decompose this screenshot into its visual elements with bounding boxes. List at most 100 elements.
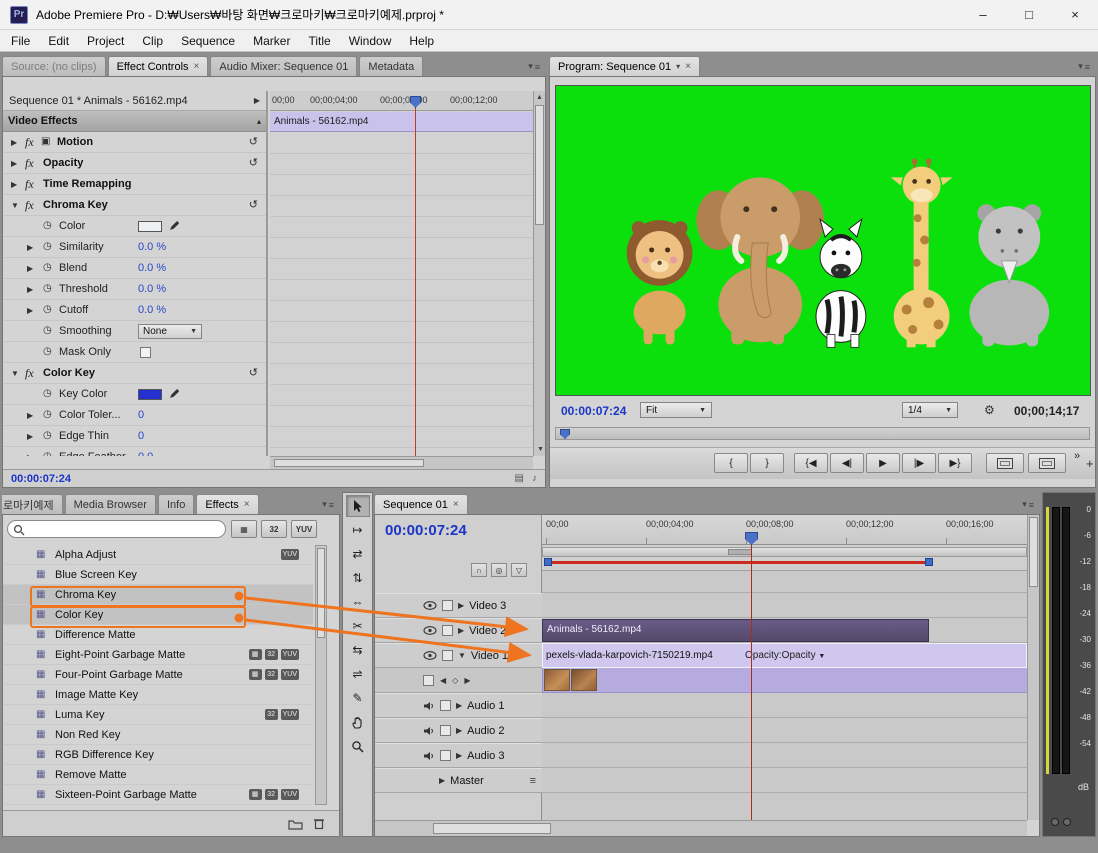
- track-header-audio3[interactable]: ▶ Audio 3: [375, 743, 542, 768]
- param-row-mask-only[interactable]: ◷ Mask Only: [3, 342, 266, 363]
- effect-item-difference-matte[interactable]: ▦ Difference Matte: [3, 625, 313, 645]
- timeline-vertical-scrollbar[interactable]: [1027, 515, 1039, 820]
- program-video-display[interactable]: [555, 85, 1091, 396]
- expander-icon[interactable]: ▶: [458, 626, 464, 635]
- master-track-lane[interactable]: [542, 768, 1027, 793]
- fx-badge-icon[interactable]: fx: [25, 198, 34, 213]
- menu-title[interactable]: Title: [299, 34, 339, 48]
- mask-only-checkbox[interactable]: [140, 347, 151, 358]
- next-keyframe-icon[interactable]: ▶: [464, 676, 470, 685]
- tab-sequence-01[interactable]: Sequence 01 ×: [374, 494, 468, 514]
- param-row-color[interactable]: ◷ Color: [3, 216, 266, 237]
- expander-icon[interactable]: ▶: [11, 138, 17, 147]
- go-to-in-button[interactable]: {◀: [794, 453, 828, 473]
- effect-item-four-point-garbage-matte[interactable]: ▦ Four-Point Garbage Matte ▦ 32 YUV: [3, 665, 313, 685]
- stopwatch-icon[interactable]: ◷: [43, 241, 52, 252]
- track-header-video2[interactable]: ▶ Video 2: [375, 618, 542, 643]
- fx-badge-icon[interactable]: fx: [25, 177, 34, 192]
- chevron-down-icon[interactable]: ▾: [676, 62, 680, 71]
- scrollbar-thumb[interactable]: [317, 548, 325, 638]
- work-area-left-handle[interactable]: [544, 558, 552, 566]
- tab-program[interactable]: Program: Sequence 01 ▾ ×: [549, 56, 700, 76]
- ec-time-ruler[interactable]: 00;00 00;00;04;00 00;00;08;00 00;00;12;0…: [270, 91, 533, 111]
- clip-animals[interactable]: Animals - 56162.mp4: [542, 619, 929, 642]
- menu-clip[interactable]: Clip: [133, 34, 172, 48]
- step-forward-button[interactable]: |▶: [902, 453, 936, 473]
- ec-timecode[interactable]: 00:00:07:24: [11, 473, 71, 485]
- track-header-audio2[interactable]: ▶ Audio 2: [375, 718, 542, 743]
- panel-menu-icon[interactable]: ▾ ≡: [322, 499, 340, 514]
- razor-tool[interactable]: ✂: [346, 615, 370, 637]
- param-row-edge-thin[interactable]: ▶ ◷ Edge Thin 0: [3, 426, 266, 447]
- panel-menu-icon[interactable]: ▾ ≡: [528, 61, 546, 76]
- panel-menu-icon[interactable]: ▾ ≡: [1022, 499, 1040, 514]
- reset-icon[interactable]: ↺: [249, 156, 258, 169]
- hand-tool[interactable]: [346, 711, 370, 733]
- 32bit-effects-filter-button[interactable]: 32: [261, 520, 287, 538]
- stopwatch-icon[interactable]: ◷: [43, 451, 52, 456]
- toggle-track-output-eye-icon[interactable]: [423, 601, 437, 610]
- effect-item-luma-key[interactable]: ▦ Luma Key 32 YUV: [3, 705, 313, 725]
- delete-trash-icon[interactable]: [313, 817, 325, 830]
- timeline-ruler[interactable]: 00;00 00;00;04;00 00;00;08;00 00;00;12;0…: [542, 515, 1027, 545]
- rate-stretch-tool[interactable]: ⇔: [346, 591, 370, 613]
- collapse-icon[interactable]: ▶: [254, 96, 260, 105]
- tab-metadata[interactable]: Metadata: [359, 56, 424, 76]
- video-effects-header[interactable]: Video Effects ▴: [3, 111, 266, 132]
- effect-item-eight-point-garbage-matte[interactable]: ▦ Eight-Point Garbage Matte ▦ 32 YUV: [3, 645, 313, 665]
- scrubber-thumb[interactable]: [560, 429, 570, 439]
- param-row-color-tolerance[interactable]: ▶ ◷ Color Toler... 0: [3, 405, 266, 426]
- unnumbered-marker-button[interactable]: ▽: [511, 563, 527, 577]
- add-button[interactable]: +: [1086, 456, 1094, 471]
- stopwatch-icon[interactable]: ◷: [43, 346, 52, 357]
- program-scrubber[interactable]: [555, 427, 1090, 440]
- new-custom-bin-icon[interactable]: [288, 818, 303, 830]
- audio1-track-lane[interactable]: [542, 693, 1027, 718]
- track-lock-toggle[interactable]: [442, 625, 453, 636]
- scrollbar-thumb[interactable]: [433, 823, 551, 834]
- tab-media-browser[interactable]: Media Browser: [64, 494, 156, 514]
- stopwatch-icon[interactable]: ◷: [43, 409, 52, 420]
- timeline-track-lane[interactable]: 00;00 00;00;04;00 00;00;08;00 00;00;12;0…: [542, 515, 1027, 820]
- expander-icon[interactable]: ▶: [439, 776, 445, 785]
- collapse-up-icon[interactable]: ▴: [257, 117, 261, 126]
- menu-marker[interactable]: Marker: [244, 34, 299, 48]
- menu-edit[interactable]: Edit: [39, 34, 78, 48]
- step-back-button[interactable]: ◀|: [830, 453, 864, 473]
- playback-resolution-dropdown[interactable]: 1/4 ▼: [902, 402, 958, 418]
- param-row-key-color[interactable]: ◷ Key Color: [3, 384, 266, 405]
- expander-icon[interactable]: ▼: [11, 201, 19, 210]
- expander-icon[interactable]: ▶: [27, 453, 33, 456]
- effect-row-motion[interactable]: ▶ fx ▣ Motion ↺: [3, 132, 266, 153]
- clip-pexels[interactable]: pexels-vlada-karpovich-7150219.mp4 Opaci…: [542, 643, 1027, 668]
- effect-item-sixteen-point-garbage-matte[interactable]: ▦ Sixteen-Point Garbage Matte ▦ 32 YUV: [3, 785, 313, 805]
- effect-item-blue-screen-key[interactable]: ▦ Blue Screen Key: [3, 565, 313, 585]
- speaker-icon[interactable]: [423, 726, 435, 736]
- param-value[interactable]: 0: [138, 409, 144, 421]
- eyedropper-icon[interactable]: [169, 388, 180, 402]
- param-row-edge-feather[interactable]: ▶ ◷ Edge Feather 0.0: [3, 447, 266, 456]
- param-value[interactable]: 0.0 %: [138, 304, 166, 316]
- expander-icon[interactable]: ▶: [11, 180, 17, 189]
- stopwatch-icon[interactable]: ◷: [43, 262, 52, 273]
- expander-icon[interactable]: ▶: [11, 159, 17, 168]
- effect-item-rgb-difference-key[interactable]: ▦ RGB Difference Key: [3, 745, 313, 765]
- go-to-out-button[interactable]: ▶}: [938, 453, 972, 473]
- track-select-tool[interactable]: ↦: [346, 519, 370, 541]
- timeline-timecode[interactable]: 00:00:07:24: [385, 522, 467, 539]
- zoom-level-dropdown[interactable]: Fit ▼: [640, 402, 712, 418]
- expander-icon[interactable]: ▶: [27, 411, 33, 420]
- close-icon[interactable]: ×: [244, 499, 250, 510]
- menu-help[interactable]: Help: [400, 34, 443, 48]
- track-header-master[interactable]: ▶ Master ≡: [375, 768, 542, 793]
- set-display-style-button[interactable]: [423, 674, 434, 686]
- audio2-track-lane[interactable]: [542, 718, 1027, 743]
- work-area-bar[interactable]: [542, 547, 1027, 557]
- ec-vertical-scrollbar[interactable]: ▲ ▼: [533, 91, 545, 456]
- track-lock-toggle[interactable]: [440, 725, 451, 736]
- clip-pexels-body[interactable]: [542, 668, 1027, 693]
- video1-track-lane[interactable]: pexels-vlada-karpovich-7150219.mp4 Opaci…: [542, 643, 1027, 668]
- param-value[interactable]: 0.0 %: [138, 241, 166, 253]
- master-keyframes-icon[interactable]: ≡: [530, 775, 536, 787]
- scrollbar-thumb[interactable]: [535, 105, 544, 225]
